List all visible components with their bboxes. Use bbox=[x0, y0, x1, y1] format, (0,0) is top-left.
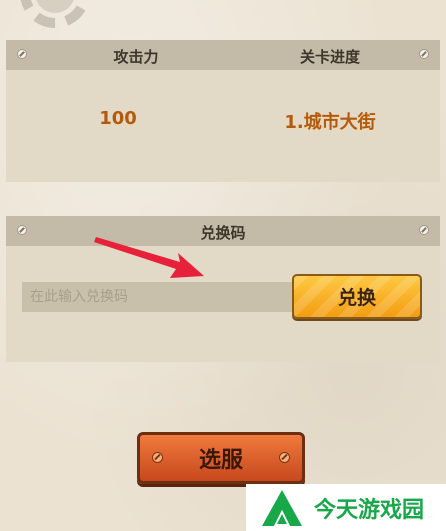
redeem-header: 兑换码 bbox=[6, 216, 440, 246]
attack-value: 100 bbox=[99, 108, 137, 129]
redeem-title: 兑换码 bbox=[200, 224, 246, 242]
select-server-label: 选服 bbox=[198, 448, 243, 473]
redeem-code-input[interactable] bbox=[22, 282, 294, 312]
screw-icon bbox=[419, 225, 429, 235]
stage-value: 1.城市大街 bbox=[284, 112, 376, 133]
redeem-button[interactable]: 兑换 bbox=[292, 274, 422, 319]
watermark-text: 今天游戏园 bbox=[314, 497, 425, 523]
bolt-icon bbox=[152, 452, 163, 463]
watermark: 今天游戏园 bbox=[246, 484, 446, 531]
bolt-icon bbox=[279, 452, 290, 463]
stage-label: 关卡进度 bbox=[299, 48, 360, 66]
screw-icon bbox=[419, 49, 429, 59]
arrow-icon bbox=[94, 237, 204, 278]
logo-icon bbox=[262, 489, 302, 526]
stats-header: 攻击力 关卡进度 bbox=[6, 40, 440, 70]
redeem-button-label: 兑换 bbox=[337, 287, 376, 309]
select-server-button[interactable]: 选服 bbox=[137, 432, 305, 484]
redeem-panel: 兑换码 兑换 bbox=[6, 216, 440, 362]
screw-icon bbox=[17, 49, 27, 59]
attack-label: 攻击力 bbox=[113, 48, 159, 66]
stats-panel: 攻击力 关卡进度 100 1.城市大街 bbox=[6, 40, 440, 182]
